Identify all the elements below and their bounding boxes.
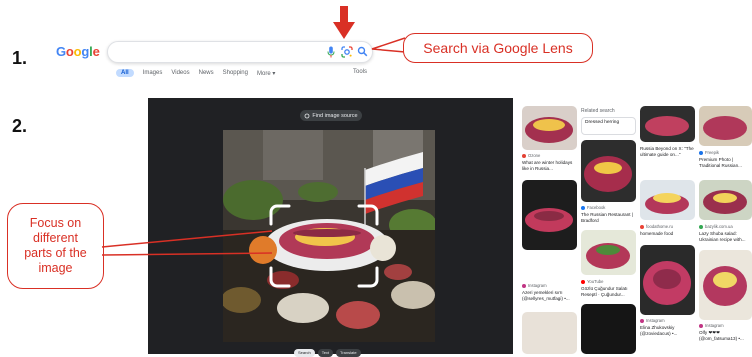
result-source-label: Freepik — [705, 150, 719, 155]
result-source: YouTube — [581, 279, 603, 284]
google-lens-icon[interactable] — [341, 45, 353, 58]
tab-shopping[interactable]: Shopping — [223, 70, 248, 76]
microphone-icon[interactable] — [327, 46, 335, 58]
callout-focus-line: Focus on — [29, 216, 82, 230]
result-source-label: Instagram — [705, 323, 724, 328]
salad-thumb — [584, 156, 632, 192]
freepik-icon — [699, 150, 703, 155]
salad-thumb — [645, 116, 689, 136]
tab-more[interactable]: More ▾ — [257, 70, 275, 77]
result-caption[interactable]: Russia Beyond on X: "The ultimate guide … — [640, 146, 695, 157]
salad-thumb — [525, 208, 573, 232]
instagram-icon — [699, 323, 703, 328]
tab-news[interactable]: News — [199, 70, 214, 76]
search-icon[interactable] — [357, 46, 368, 57]
result-caption[interactable]: Olfy ❤❤❤ (@om_fatsuma13) •... — [699, 330, 752, 341]
salad-thumb — [703, 190, 747, 214]
result-source: Facebook — [581, 205, 605, 210]
result-source-label: YouTube — [587, 279, 604, 284]
salad-thumb — [643, 261, 691, 305]
result-caption[interactable]: What are winter holidays like in Russia.… — [522, 160, 577, 171]
logo-letter: g — [81, 44, 90, 59]
result-image[interactable] — [581, 230, 636, 275]
step-number-1: 1. — [12, 48, 28, 68]
tab-all[interactable]: All — [116, 69, 134, 77]
result-source: bazylik.com.ua — [699, 224, 733, 229]
callout-focus-parts: Focus on different parts of the image — [7, 203, 104, 289]
instagram-icon — [522, 283, 526, 288]
callout-pointer-lines — [101, 230, 273, 256]
source-icon — [522, 153, 526, 158]
result-caption[interactable]: Elina Zhukovskiy (@zoviedacus) •... — [640, 325, 695, 336]
youtube-icon — [581, 279, 585, 284]
result-image[interactable] — [640, 245, 695, 315]
search-input[interactable] — [107, 41, 373, 63]
callout-focus-line: different — [33, 231, 78, 245]
google-logo[interactable]: Google — [56, 44, 100, 59]
result-image[interactable] — [640, 106, 695, 142]
result-image[interactable] — [522, 180, 577, 250]
facebook-icon — [581, 205, 585, 210]
salad-thumb — [645, 193, 689, 214]
result-caption[interactable]: The Russian Restaurant | Bradford — [581, 212, 636, 223]
salad-thumb — [703, 266, 747, 306]
result-image[interactable] — [581, 304, 636, 354]
tools-button[interactable]: Tools — [353, 69, 367, 75]
find-image-source-button[interactable]: Find image source — [300, 110, 362, 121]
result-caption[interactable]: Azeri yemekleri sırrı (@sellyres_mutfagi… — [522, 290, 577, 301]
related-chip[interactable]: Dressed herring — [581, 117, 636, 135]
find-image-source-label: Find image source — [312, 112, 358, 119]
lens-tab-translate[interactable]: Translate — [336, 349, 361, 357]
result-image[interactable] — [581, 140, 636, 202]
result-caption[interactable]: Lazy Shuba salad: Ukrainian recipe with.… — [699, 231, 752, 242]
related-search-label: Related search — [581, 108, 615, 114]
search-tabs: All Images Videos News Shopping More ▾ — [116, 67, 275, 79]
logo-letter: o — [65, 44, 74, 59]
result-image[interactable] — [522, 312, 577, 354]
lens-tab-search[interactable]: Search — [294, 349, 315, 357]
result-caption[interactable]: Gözlü Çuğundur Salatı Reseptİ · Çuğundur… — [581, 286, 636, 297]
source-icon — [640, 224, 644, 229]
lens-mode-tabs: Search Text Translate — [294, 349, 361, 357]
result-source-label: Instagram — [646, 318, 665, 323]
logo-letter: G — [56, 44, 66, 59]
salad-thumb — [525, 117, 573, 143]
result-source-label: bazylik.com.ua — [705, 224, 733, 229]
result-image[interactable] — [640, 180, 695, 220]
logo-letter: e — [92, 44, 100, 59]
tab-videos[interactable]: Videos — [171, 70, 189, 76]
result-source-label: Instagram — [528, 283, 547, 288]
lens-small-icon — [304, 113, 310, 118]
result-source: foodathome.ru — [640, 224, 673, 229]
result-image[interactable] — [699, 180, 752, 220]
result-source: Instagram — [522, 283, 547, 288]
callout-focus-line: parts of the — [24, 246, 87, 260]
result-source: Instagram — [640, 318, 665, 323]
callout-search-via-lens: Search via Google Lens — [403, 33, 593, 63]
tab-images[interactable]: Images — [143, 70, 163, 76]
red-arrow-down-icon — [333, 6, 355, 39]
result-image[interactable] — [699, 250, 752, 320]
callout-focus-line: image — [38, 261, 73, 275]
callout-pointer — [371, 37, 406, 53]
step-number-2: 2. — [12, 116, 28, 136]
result-image[interactable] — [522, 106, 577, 150]
salad-thumb — [586, 243, 630, 269]
result-caption[interactable]: Premium Photo | Traditional Russian... — [699, 157, 752, 168]
instagram-icon — [640, 318, 644, 323]
result-source: Freepik — [699, 150, 719, 155]
result-source-label: Facebook — [587, 205, 606, 210]
result-image[interactable] — [699, 106, 752, 146]
result-caption[interactable]: homemade food — [640, 231, 695, 237]
source-icon — [699, 224, 703, 229]
result-source: Ozone — [522, 153, 540, 158]
result-source-label: foodathome.ru — [646, 224, 674, 229]
logo-letter: o — [73, 44, 82, 59]
lens-tab-text[interactable]: Text — [317, 349, 334, 357]
result-source: Instagram — [699, 323, 724, 328]
salad-thumb — [703, 116, 747, 140]
result-source-label: Ozone — [528, 153, 541, 158]
related-chip-label: Dressed herring — [585, 120, 620, 125]
